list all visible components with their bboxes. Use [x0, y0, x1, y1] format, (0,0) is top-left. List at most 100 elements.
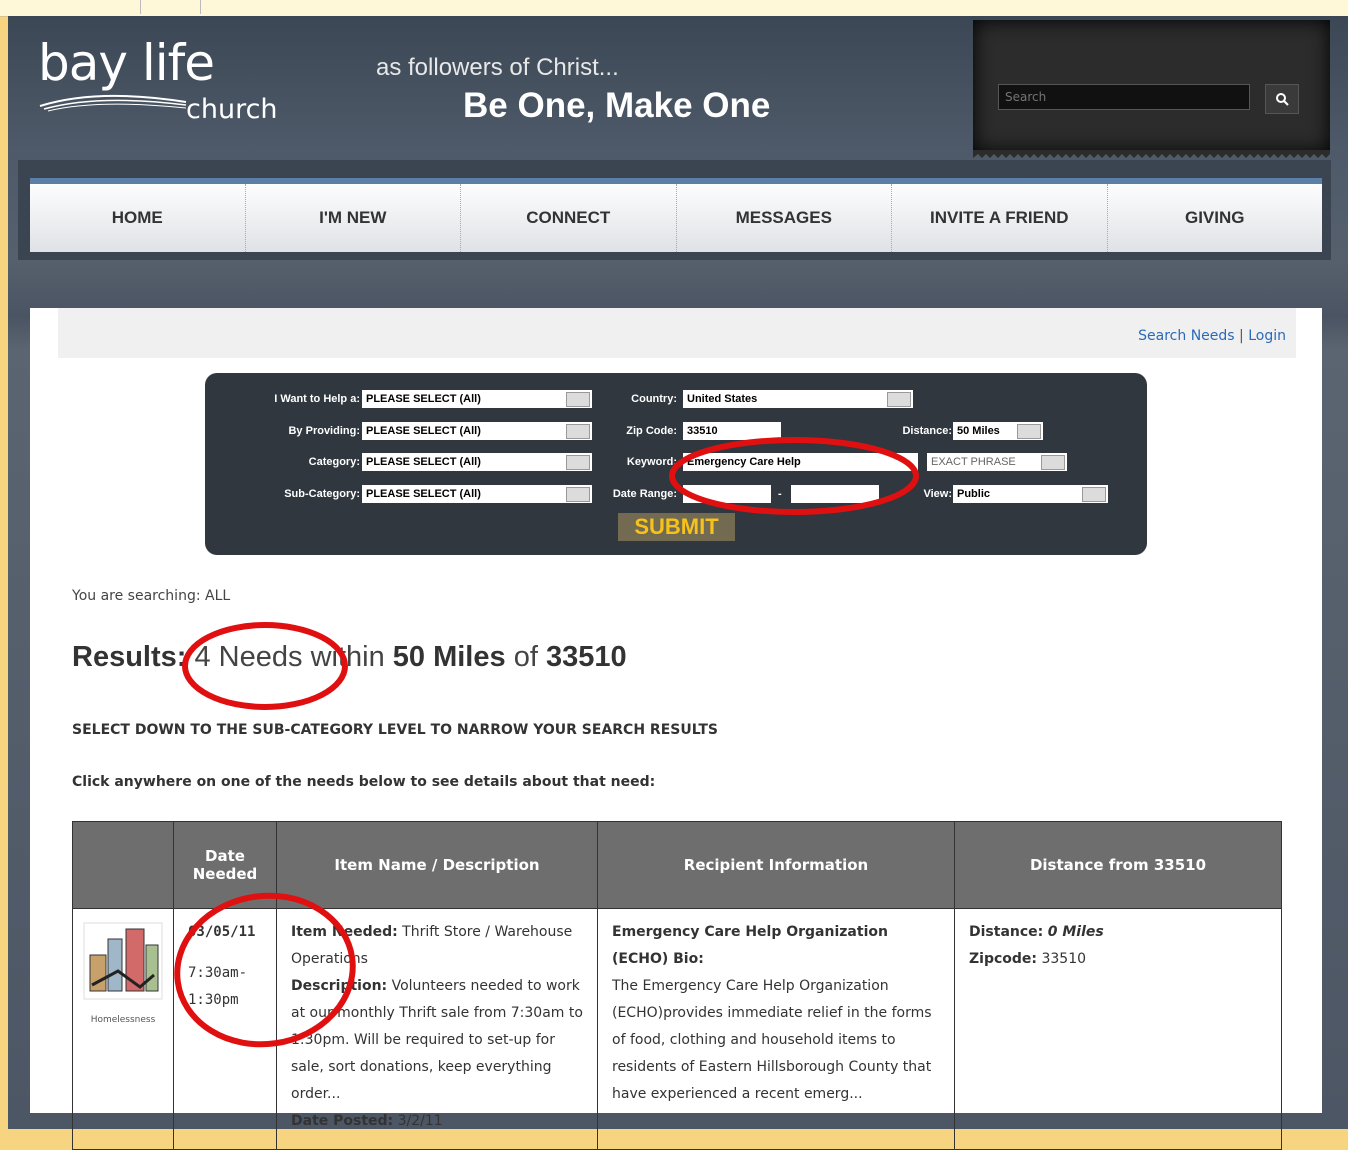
tagline-small: as followers of Christ... [376, 54, 619, 81]
searching-text: You are searching: ALL [72, 588, 231, 604]
search-form: I Want to Help a: PLEASE SELECT (All) By… [205, 373, 1147, 555]
dropdown-arrow-icon [566, 392, 590, 407]
providing-label: By Providing: [288, 425, 360, 437]
zipcode-value: 33510 [1041, 951, 1087, 967]
date-to-input[interactable] [791, 485, 879, 503]
country-select[interactable]: United States [683, 390, 913, 408]
strip-divider [140, 0, 141, 14]
help-label: I Want to Help a: [274, 393, 360, 405]
daterange-separator: - [778, 488, 782, 500]
subcategory-label: Sub-Category: [284, 488, 360, 500]
dropdown-arrow-icon [566, 424, 590, 439]
table-header-row: Date Needed Item Name / Description Reci… [72, 821, 1282, 909]
dropdown-arrow-icon [566, 487, 590, 502]
main-nav: HOME I'M NEW CONNECT MESSAGES INVITE A F… [30, 178, 1322, 252]
header-date-needed: Date Needed [173, 821, 277, 909]
category-select[interactable]: PLEASE SELECT (All) [362, 453, 592, 471]
results-zip: 33510 [545, 641, 627, 673]
results-heading: Results: 4 Needs within 50 Miles of 3351… [72, 641, 627, 674]
dropdown-arrow-icon [566, 455, 590, 470]
nav-invite-a-friend[interactable]: INVITE A FRIEND [892, 184, 1108, 252]
nav-im-new[interactable]: I'M NEW [246, 184, 461, 252]
logo-swoosh-icon [39, 94, 187, 112]
time-value: 7:30am-1:30pm [188, 965, 248, 1008]
date-cell: 03/05/11 7:30am-1:30pm [173, 908, 277, 1150]
posted-label: Date Posted: [291, 1113, 394, 1129]
dropdown-arrow-icon [1017, 424, 1041, 439]
needs-table: Date Needed Item Name / Description Reci… [72, 821, 1282, 1150]
phrase-select[interactable]: EXACT PHRASE [927, 453, 1067, 471]
dropdown-arrow-icon [887, 392, 911, 407]
tagline-big: Be One, Make One [463, 86, 771, 125]
distance-select-value: 50 Miles [957, 425, 1000, 437]
recipient-text: The Emergency Care Help Organization (EC… [612, 978, 932, 1102]
date-from-input[interactable] [683, 485, 771, 503]
nav-home[interactable]: HOME [30, 184, 246, 252]
category-label: Category: [308, 456, 360, 468]
help-select[interactable]: PLEASE SELECT (All) [362, 390, 592, 408]
homelessness-icon [83, 922, 163, 1000]
distance-label: Distance: [969, 924, 1044, 940]
zipcode-label: Zipcode: [969, 951, 1038, 967]
category-caption: Homelessness [90, 1015, 156, 1025]
header-search-input[interactable] [998, 84, 1250, 110]
results-of: of [513, 641, 538, 673]
results-label: Results: [72, 641, 187, 673]
phrase-select-value: EXACT PHRASE [931, 456, 1016, 468]
nav-connect[interactable]: CONNECT [461, 184, 677, 252]
subcategory-select[interactable]: PLEASE SELECT (All) [362, 485, 592, 503]
browser-top-strip [0, 0, 1348, 17]
table-row[interactable]: Homelessness 03/05/11 7:30am-1:30pm Item… [72, 908, 1282, 1150]
nav-messages[interactable]: MESSAGES [677, 184, 892, 252]
view-select[interactable]: Public [953, 485, 1108, 503]
header-search-panel [973, 20, 1330, 158]
distance-cell: Distance: 0 Miles Zipcode: 33510 [954, 908, 1282, 1150]
top-links: Search Needs | Login [1138, 328, 1286, 344]
posted-value: 3/2/11 [397, 1113, 443, 1129]
providing-select-value: PLEASE SELECT (All) [366, 425, 481, 437]
results-within: within [310, 641, 385, 673]
daterange-label: Date Range: [612, 488, 677, 500]
distance-value: 0 Miles [1047, 924, 1104, 940]
category-select-value: PLEASE SELECT (All) [366, 456, 481, 468]
view-select-value: Public [957, 488, 991, 500]
keyword-input[interactable]: Emergency Care Help [683, 453, 918, 471]
zip-input[interactable]: 33510 [683, 422, 781, 440]
item-cell: Item Needed: Thrift Store / Warehouse Op… [276, 908, 598, 1150]
description-value: Volunteers needed to work at our monthly… [291, 978, 583, 1102]
results-distance: 50 Miles [392, 641, 506, 673]
header-recipient: Recipient Information [597, 821, 955, 909]
keyword-label: Keyword: [626, 456, 677, 468]
header-distance: Distance from 33510 [954, 821, 1282, 909]
church-logo[interactable]: bay life church [38, 34, 278, 123]
subcategory-select-value: PLEASE SELECT (All) [366, 488, 481, 500]
link-strip: Search Needs | Login [58, 308, 1296, 358]
zip-label: Zip Code: [626, 425, 677, 437]
nav-giving[interactable]: GIVING [1108, 184, 1323, 252]
search-button[interactable] [1265, 84, 1299, 114]
submit-button[interactable]: SUBMIT [618, 513, 735, 541]
link-separator: | [1239, 328, 1244, 344]
view-label: View: [923, 488, 952, 500]
recipient-title: Emergency Care Help Organization (ECHO) … [612, 924, 888, 967]
providing-select[interactable]: PLEASE SELECT (All) [362, 422, 592, 440]
distance-select[interactable]: 50 Miles [953, 422, 1043, 440]
recipient-cell: Emergency Care Help Organization (ECHO) … [597, 908, 955, 1150]
distance-label: Distance: [902, 425, 952, 437]
narrow-instructions: SELECT DOWN TO THE SUB-CATEGORY LEVEL TO… [72, 722, 718, 738]
search-icon [1276, 93, 1289, 106]
search-panel-zigzag [973, 150, 1330, 158]
dropdown-arrow-icon [1041, 455, 1065, 470]
results-count: 4 Needs [194, 641, 303, 673]
dropdown-arrow-icon [1082, 487, 1106, 502]
strip-divider [200, 0, 201, 14]
header-icon [72, 821, 174, 909]
search-needs-link[interactable]: Search Needs [1138, 328, 1234, 344]
main-content: Search Needs | Login I Want to Help a: P… [30, 308, 1322, 1150]
header-item: Item Name / Description [276, 821, 598, 909]
description-label: Description: [291, 978, 388, 994]
logo-bay-text: bay life [38, 34, 215, 92]
login-link[interactable]: Login [1248, 328, 1286, 344]
country-label: Country: [631, 393, 677, 405]
logo-church-text: church [186, 94, 278, 125]
